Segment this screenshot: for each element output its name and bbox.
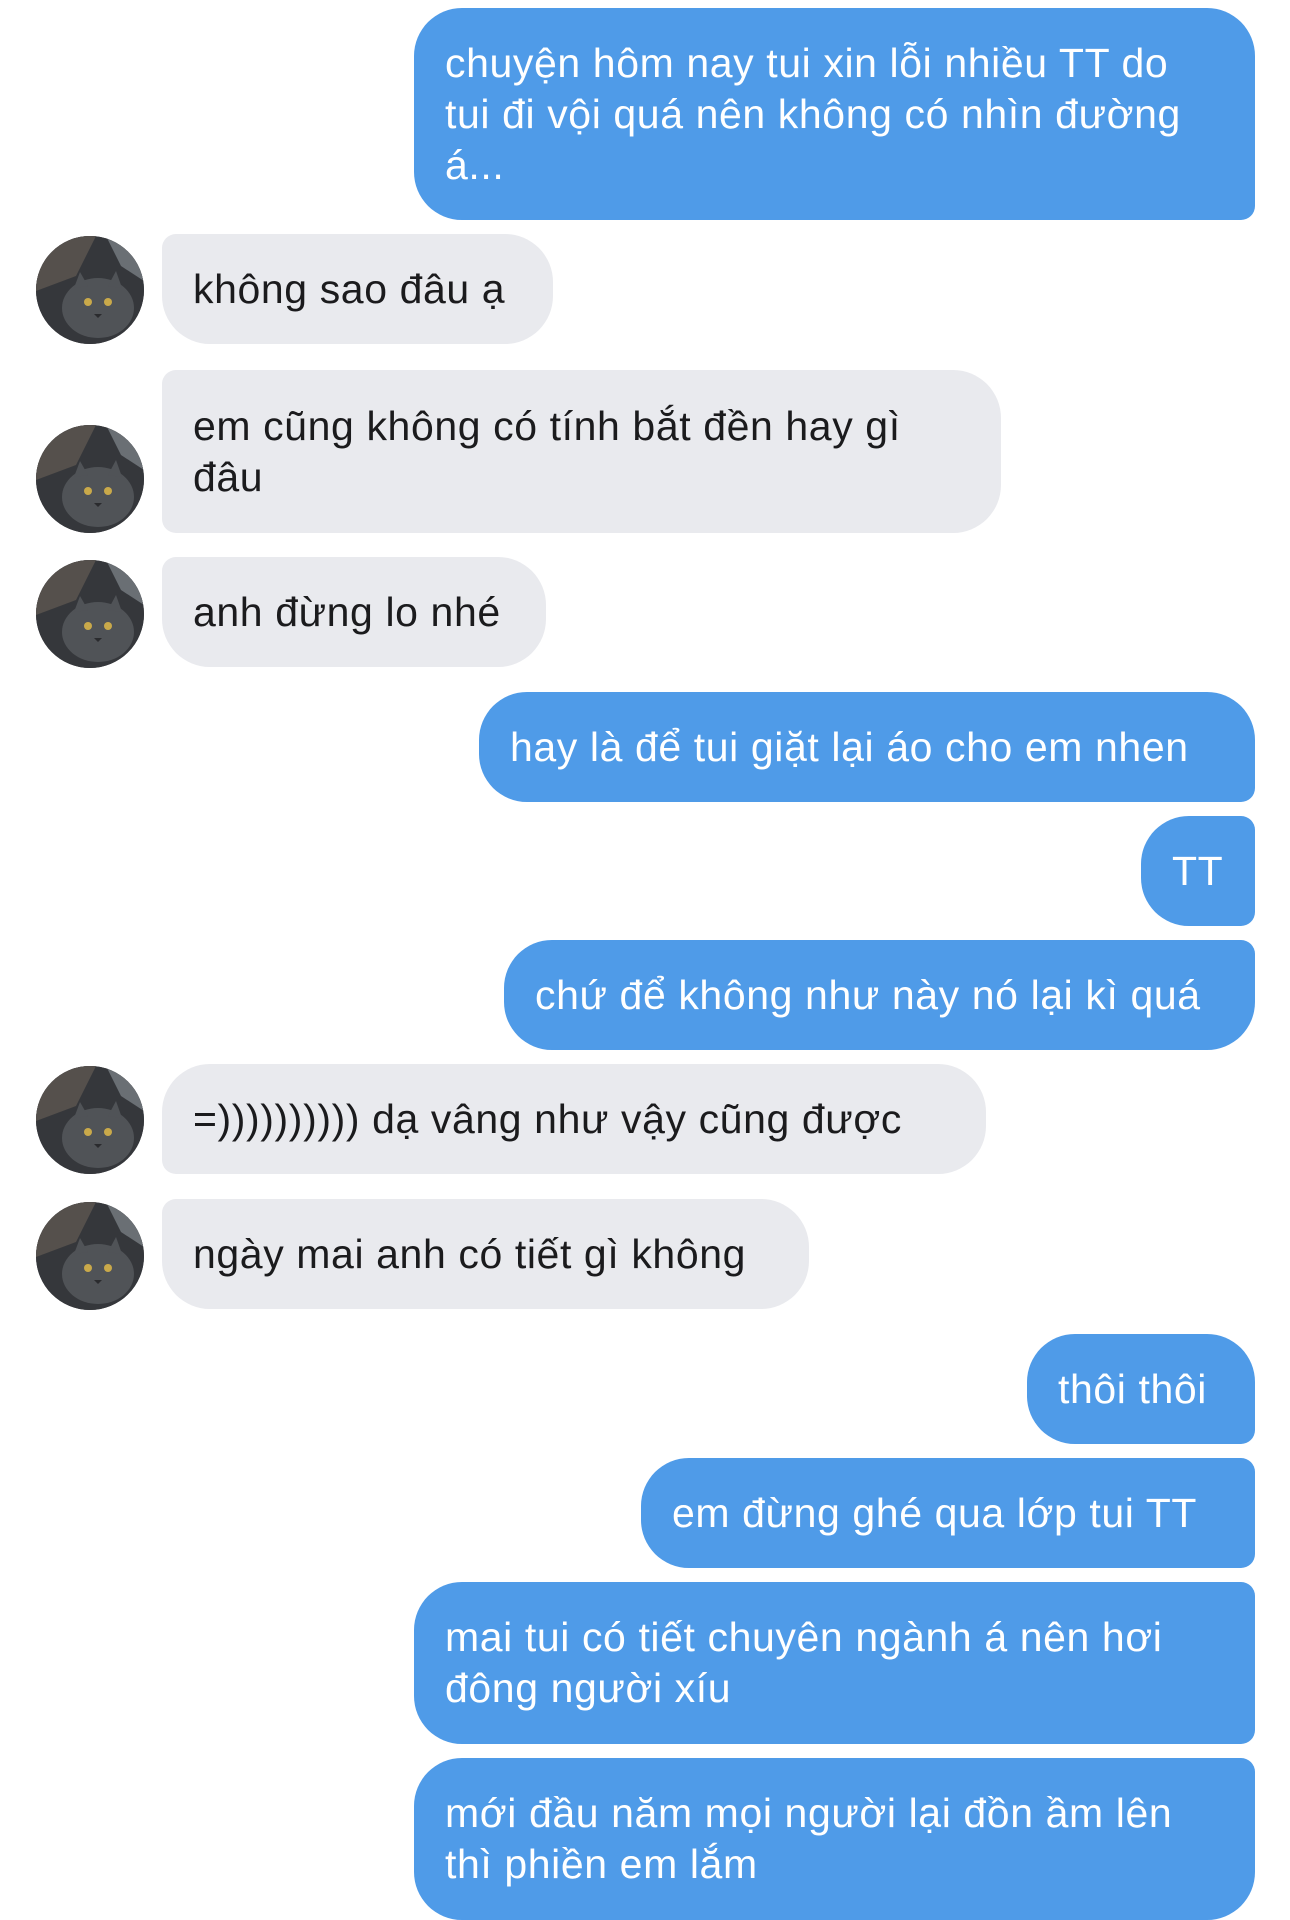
message-text: anh đừng lo nhé: [193, 588, 501, 635]
outgoing-message[interactable]: mai tui có tiết chuyên ngành á nên hơi đ…: [414, 1582, 1255, 1744]
message-thread[interactable]: chuyện hôm nay tui xin lỗi nhiều TT do t…: [0, 0, 1290, 1920]
message-text: hay là để tui giặt lại áo cho em nhen: [510, 723, 1189, 770]
message-text: thôi thôi: [1058, 1365, 1208, 1412]
outgoing-message[interactable]: em đừng ghé qua lớp tui TT: [641, 1458, 1255, 1568]
message-text: chứ để không như này nó lại kì quá: [535, 971, 1201, 1018]
incoming-message[interactable]: ngày mai anh có tiết gì không: [162, 1199, 809, 1309]
outgoing-message[interactable]: TT: [1141, 816, 1255, 926]
incoming-message[interactable]: =)))))))))) dạ vâng như vậy cũng được: [162, 1064, 986, 1174]
message-text: mai tui có tiết chuyên ngành á nên hơi đ…: [445, 1614, 1175, 1711]
message-text: em cũng không có tính bắt đền hay gì đâu: [193, 402, 913, 500]
message-text: TT: [1172, 847, 1224, 894]
contact-avatar-icon[interactable]: [36, 1066, 144, 1174]
contact-avatar-icon[interactable]: [36, 1202, 144, 1310]
message-text: em đừng ghé qua lớp tui TT: [672, 1489, 1198, 1536]
outgoing-message[interactable]: hay là để tui giặt lại áo cho em nhen: [479, 692, 1255, 802]
message-text: =)))))))))) dạ vâng như vậy cũng được: [193, 1095, 902, 1142]
incoming-message[interactable]: em cũng không có tính bắt đền hay gì đâu: [162, 370, 1001, 533]
message-text: ngày mai anh có tiết gì không: [193, 1230, 747, 1277]
contact-avatar-icon[interactable]: [36, 560, 144, 668]
incoming-message[interactable]: không sao đâu ạ: [162, 234, 553, 344]
outgoing-message[interactable]: mới đầu năm mọi người lại đồn ầm lên thì…: [414, 1758, 1255, 1920]
message-text: không sao đâu ạ: [193, 265, 506, 312]
message-text: mới đầu năm mọi người lại đồn ầm lên thì…: [445, 1790, 1185, 1887]
contact-avatar-icon[interactable]: [36, 236, 144, 344]
outgoing-message[interactable]: chuyện hôm nay tui xin lỗi nhiều TT do t…: [414, 8, 1255, 220]
outgoing-message[interactable]: chứ để không như này nó lại kì quá: [504, 940, 1255, 1050]
incoming-message[interactable]: anh đừng lo nhé: [162, 557, 546, 667]
contact-avatar-icon[interactable]: [36, 425, 144, 533]
outgoing-message[interactable]: thôi thôi: [1027, 1334, 1255, 1444]
message-text: chuyện hôm nay tui xin lỗi nhiều TT do t…: [445, 39, 1193, 188]
